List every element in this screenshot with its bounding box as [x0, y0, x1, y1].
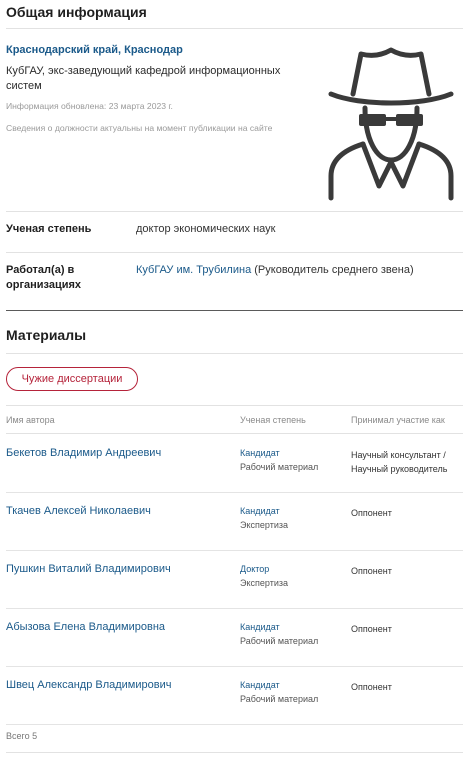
materials-title: Материалы: [6, 327, 87, 343]
updated-date: Информация обновлена: 23 марта 2023 г.: [6, 101, 173, 111]
worked-value: КубГАУ им. Трубилина (Руководитель средн…: [136, 264, 414, 276]
worked-label: Работал(а) в организациях: [6, 263, 81, 293]
degree-link[interactable]: Кандидат: [240, 448, 280, 458]
divider: [6, 405, 463, 406]
material-type: Рабочий материал: [240, 636, 319, 646]
material-type: Рабочий материал: [240, 694, 319, 704]
degree-link[interactable]: Доктор: [240, 564, 269, 574]
material-type: Экспертиза: [240, 520, 288, 530]
worked-label-line1: Работал(а) в: [6, 264, 75, 276]
author-link[interactable]: Абызова Елена Владимировна: [6, 621, 165, 633]
degree-label: Ученая степень: [6, 223, 92, 235]
divider: [6, 433, 463, 434]
author-link[interactable]: Пушкин Виталий Владимирович: [6, 563, 171, 575]
table-row: Абызова Елена Владимировна Кандидат Рабо…: [0, 609, 471, 667]
material-type: Экспертиза: [240, 578, 288, 588]
author-link[interactable]: Бекетов Владимир Андреевич: [6, 447, 161, 459]
worked-label-line2: организациях: [6, 279, 82, 291]
section-divider: [6, 310, 463, 311]
author-link[interactable]: Швец Александр Владимирович: [6, 679, 171, 691]
column-header-author: Имя автора: [6, 415, 55, 425]
incognito-person-icon: [328, 47, 454, 201]
participation-role: Оппонент: [351, 624, 392, 634]
general-info-title: Общая информация: [6, 4, 147, 20]
degree-link[interactable]: Кандидат: [240, 622, 280, 632]
table-row: Бекетов Владимир Андреевич Кандидат Рабо…: [0, 435, 471, 493]
degree-link[interactable]: Кандидат: [240, 506, 280, 516]
author-link[interactable]: Ткачев Алексей Николаевич: [6, 505, 151, 517]
position-note: Сведения о должности актуальны на момент…: [6, 123, 273, 133]
participation-role: Научный консультант / Научный руководите…: [351, 450, 448, 474]
table-row: Ткачев Алексей Николаевич Кандидат Экспе…: [0, 493, 471, 551]
divider: [6, 28, 463, 29]
row-divider: [6, 724, 463, 725]
participation-role: Оппонент: [351, 508, 392, 518]
table-row: Швец Александр Владимирович Кандидат Раб…: [0, 667, 471, 725]
total-count: Всего 5: [6, 731, 38, 741]
participation-role: Оппонент: [351, 682, 392, 692]
divider: [6, 211, 463, 212]
column-header-participation: Принимал участие как: [351, 415, 445, 425]
divider: [6, 353, 463, 354]
table-row: Пушкин Виталий Владимирович Доктор Экспе…: [0, 551, 471, 609]
divider: [6, 252, 463, 253]
participation-role: Оппонент: [351, 566, 392, 576]
organization-link[interactable]: КубГАУ им. Трубилина: [136, 264, 251, 276]
location-link[interactable]: Краснодарский край, Краснодар: [6, 44, 183, 56]
tab-foreign-dissertations[interactable]: Чужие диссертации: [6, 367, 138, 391]
degree-value: доктор экономических наук: [136, 223, 276, 235]
material-type: Рабочий материал: [240, 462, 319, 472]
divider: [6, 752, 463, 753]
position-text: КубГАУ, экс-заведующий кафедрой информац…: [6, 65, 281, 92]
organization-role: (Руководитель среднего звена): [251, 264, 414, 276]
column-header-degree: Ученая степень: [240, 415, 306, 425]
degree-link[interactable]: Кандидат: [240, 680, 280, 690]
